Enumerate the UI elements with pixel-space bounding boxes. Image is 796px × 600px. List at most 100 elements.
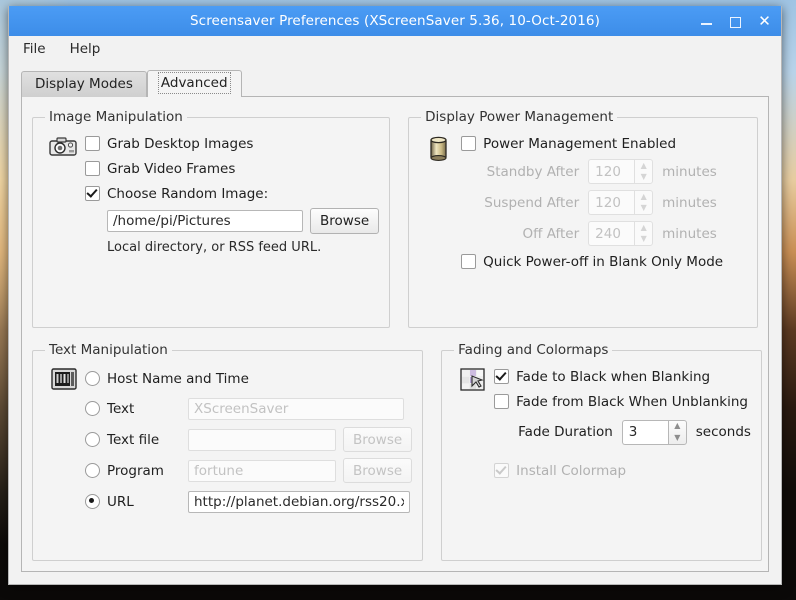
grab-video-checkbox[interactable] [85,161,100,176]
menu-file[interactable]: File [21,39,48,59]
standby-after-value[interactable]: 120 [588,159,635,184]
install-colormap-row[interactable]: Install Colormap [494,458,751,483]
off-after-row: Off After 240 ▲ ▼ minutes [461,218,747,249]
fade-duration-label: Fade Duration [518,424,613,440]
fade-duration-row: Fade Duration 3 ▲ ▼ seconds [518,414,751,450]
suspend-spin-up-icon[interactable]: ▲ [635,191,652,203]
text-manipulation-legend: Text Manipulation [49,342,168,358]
standby-spin-down-icon[interactable]: ▼ [635,172,652,184]
image-manipulation-legend: Image Manipulation [49,109,183,125]
battery-icon-cell [419,131,461,163]
tab-display-modes[interactable]: Display Modes [21,71,147,97]
tab-display-modes-label: Display Modes [35,76,133,92]
program-label: Program [107,462,164,479]
text-file-label: Text file [107,431,160,448]
off-after-spinner[interactable]: 240 ▲ ▼ [588,221,654,246]
fade-duration-spin-down-icon[interactable]: ▼ [669,432,686,444]
tab-strip: Display Modes Advanced [9,69,781,97]
top-row: Image Manipulation Grab Desktop Images G… [32,109,758,328]
suspend-after-value[interactable]: 120 [588,190,635,215]
tab-advanced-label: Advanced [157,72,231,94]
off-spin-down-icon[interactable]: ▼ [635,234,652,246]
minimize-button[interactable] [699,14,714,29]
image-manipulation-group: Image Manipulation Grab Desktop Images G… [32,109,391,328]
url-label: URL [107,493,134,510]
program-row: Program Browse [85,455,413,486]
standby-after-label: Standby After [486,163,580,180]
url-input[interactable] [188,490,410,513]
standby-after-spinner[interactable]: 120 ▲ ▼ [588,159,654,184]
standby-after-unit: minutes [662,163,717,180]
image-browse-button[interactable]: Browse [310,208,380,234]
tab-advanced[interactable]: Advanced [146,70,242,97]
fade-duration-spin-up-icon[interactable]: ▲ [669,421,686,433]
fade-duration-unit: seconds [695,424,751,440]
suspend-spin-down-icon[interactable]: ▼ [635,203,652,215]
fade-duration-spinner[interactable]: 3 ▲ ▼ [621,419,687,445]
monitor-icon [51,368,77,390]
display-power-management-group: Display Power Management Power Managemen… [408,109,758,328]
off-spin-up-icon[interactable]: ▲ [635,222,652,234]
fade-to-black-checkbox[interactable] [494,369,510,384]
camera-icon [49,137,77,156]
host-name-time-row[interactable]: Host Name and Time [85,364,412,393]
camera-icon-cell [43,131,85,159]
text-file-row: Text file Browse [85,424,413,455]
choose-random-label: Choose Random Image: [107,185,269,202]
power-enabled-row[interactable]: Power Management Enabled [461,131,747,156]
window-controls: ✕ [699,6,772,36]
standby-row: Standby After 120 ▲ ▼ minutes [461,156,747,187]
program-browse-button[interactable]: Browse [343,458,413,483]
grab-desktop-checkbox[interactable] [85,136,100,151]
fade-from-black-checkbox[interactable] [494,394,510,409]
window-title: Screensaver Preferences (XScreenSaver 5.… [190,13,600,29]
monitor-icon-cell [43,364,85,392]
image-path-row: Browse [107,206,380,236]
colormap-icon [460,368,485,391]
url-row: URL [85,486,412,517]
text-file-radio[interactable] [85,432,100,447]
off-after-value[interactable]: 240 [588,221,635,246]
host-name-time-label: Host Name and Time [107,370,249,387]
program-radio[interactable] [85,463,100,478]
suspend-row: Suspend After 120 ▲ ▼ minutes [461,187,747,218]
grab-desktop-row[interactable]: Grab Desktop Images [85,131,379,156]
program-input[interactable] [188,459,336,482]
url-radio[interactable] [85,494,100,509]
battery-icon [430,136,447,161]
grab-video-label: Grab Video Frames [107,160,236,177]
maximize-button[interactable] [728,14,743,29]
text-option-input[interactable] [188,397,404,420]
colormap-icon-cell [452,364,494,392]
suspend-after-spinner[interactable]: 120 ▲ ▼ [588,190,654,215]
install-colormap-checkbox[interactable] [494,463,510,478]
fade-duration-value[interactable]: 3 [621,419,668,445]
quick-poweroff-row[interactable]: Quick Power-off in Blank Only Mode [461,249,747,274]
grab-video-row[interactable]: Grab Video Frames [85,156,379,181]
menu-bar: File Help [9,36,781,62]
fade-to-black-row[interactable]: Fade to Black when Blanking [494,364,751,389]
title-bar: Screensaver Preferences (XScreenSaver 5.… [9,6,781,36]
install-colormap-label: Install Colormap [516,462,627,479]
text-file-input[interactable] [188,428,336,451]
fading-colormaps-legend: Fading and Colormaps [458,342,609,358]
grab-desktop-label: Grab Desktop Images [107,135,254,152]
quick-poweroff-label: Quick Power-off in Blank Only Mode [483,253,724,270]
text-manipulation-group: Text Manipulation Host Name and Time Tex… [32,342,424,561]
image-path-hint: Local directory, or RSS feed URL. [107,240,322,255]
quick-poweroff-checkbox[interactable] [461,254,477,269]
image-path-input[interactable] [107,210,303,232]
text-file-browse-button[interactable]: Browse [343,427,413,452]
suspend-after-unit: minutes [662,194,717,211]
text-option-radio[interactable] [85,401,100,416]
choose-random-row[interactable]: Choose Random Image: [85,181,379,206]
menu-help[interactable]: Help [68,39,103,59]
power-management-enabled-checkbox[interactable] [461,136,477,151]
fade-from-black-row[interactable]: Fade from Black When Unblanking [494,389,751,414]
host-name-time-radio[interactable] [85,371,100,386]
choose-random-checkbox[interactable] [85,186,100,201]
close-button[interactable]: ✕ [757,13,772,29]
off-after-unit: minutes [662,225,717,242]
standby-spin-up-icon[interactable]: ▲ [635,160,652,172]
off-after-label: Off After [522,225,580,242]
